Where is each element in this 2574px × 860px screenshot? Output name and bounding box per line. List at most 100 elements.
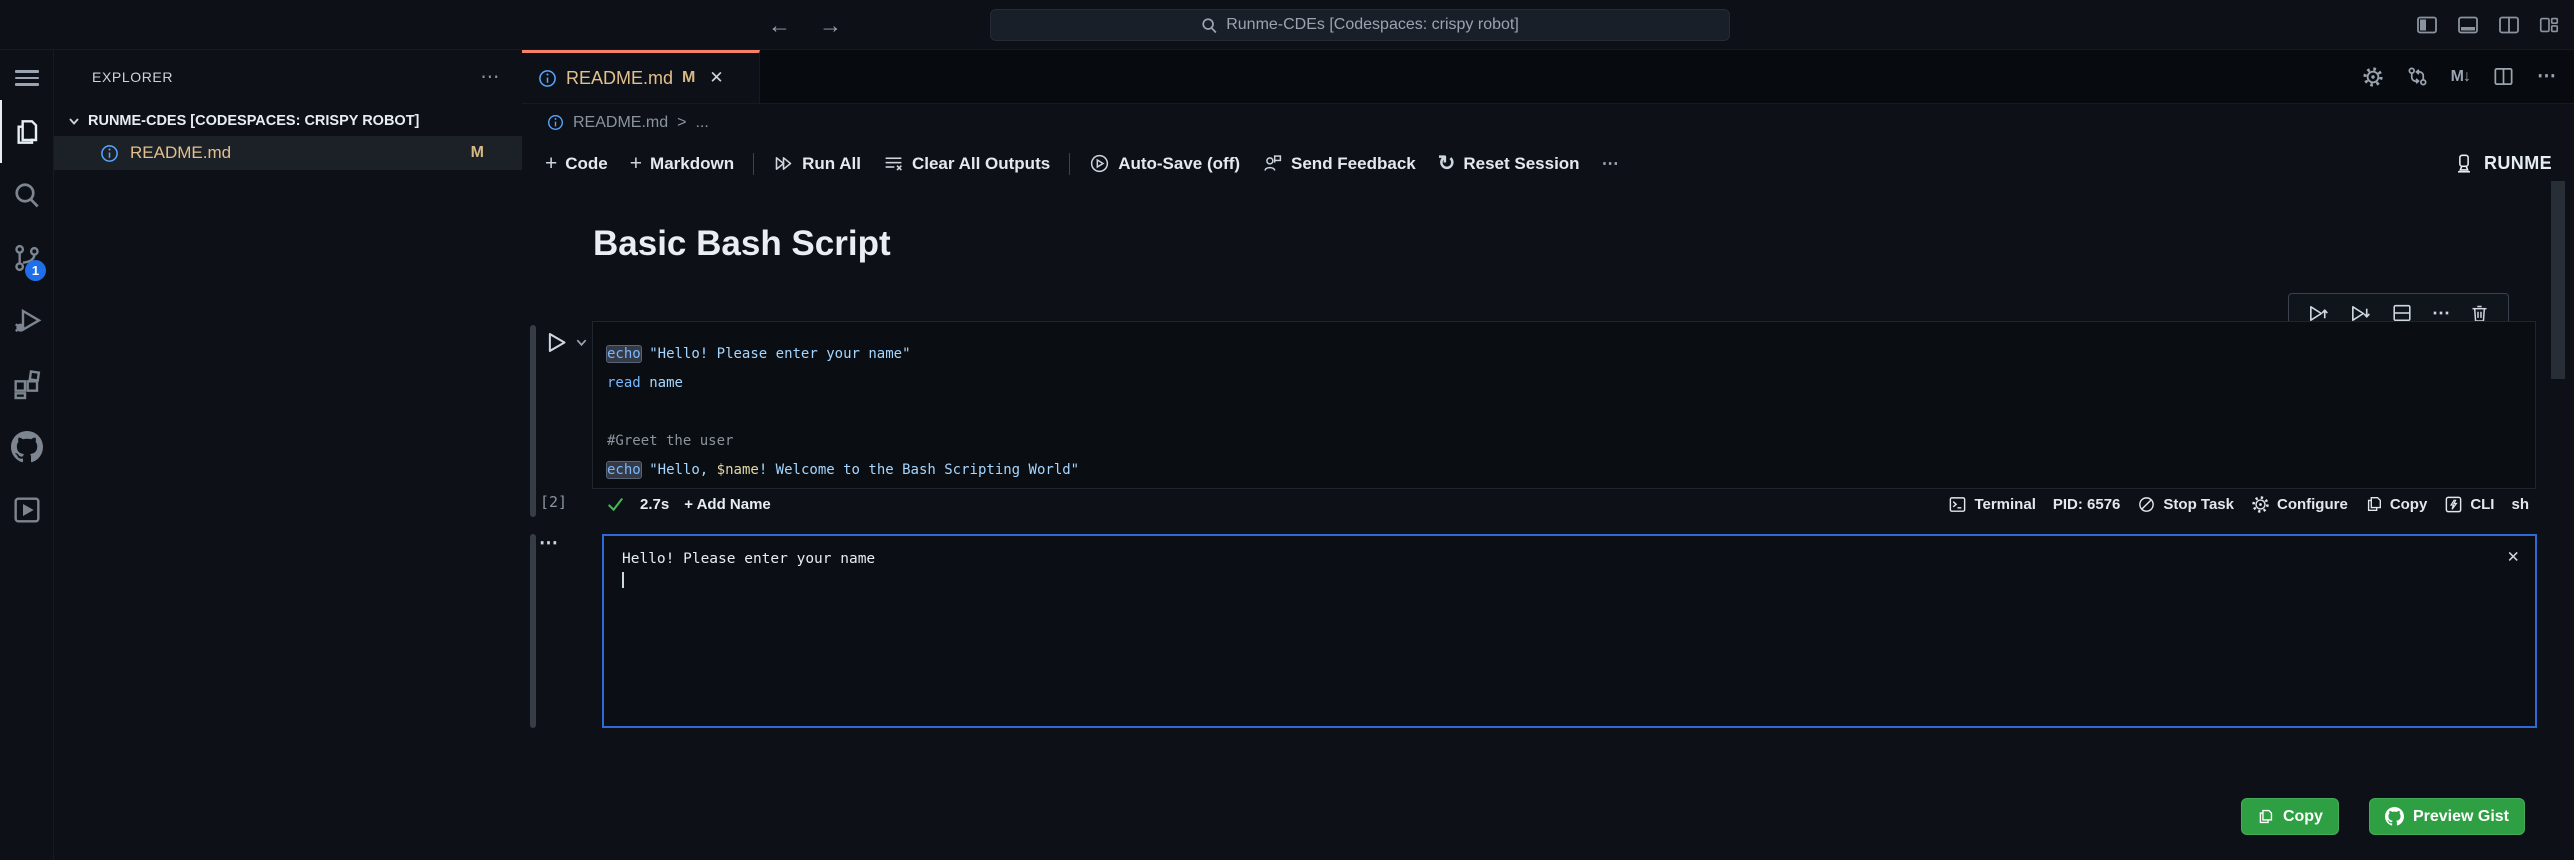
run-all-button[interactable]: Run All — [762, 153, 872, 174]
toolbar-divider — [1069, 152, 1071, 175]
vscode-window: ← → Runme-CDEs [Codespaces: crispy robot… — [0, 0, 2574, 860]
nav-back-icon[interactable]: ← — [768, 12, 791, 39]
sidebar-item-search[interactable] — [0, 163, 53, 226]
breadcrumb-file[interactable]: README.md — [573, 114, 668, 132]
configure-button[interactable]: Configure — [2251, 495, 2348, 514]
code-cell: ⋯ echo "Hello! Please enter your name" re… — [530, 293, 2537, 519]
compare-changes-icon[interactable] — [2406, 65, 2429, 88]
sidebar-item-explorer[interactable] — [0, 100, 53, 163]
info-icon — [548, 115, 563, 130]
tab-readme[interactable]: README.md M ✕ — [522, 50, 760, 103]
info-icon — [101, 144, 118, 162]
clear-all-outputs-label: Clear All Outputs — [911, 153, 1051, 173]
terminal-icon — [1950, 496, 1966, 512]
execution-duration: 2.7s — [640, 495, 670, 513]
settings-gear-icon[interactable] — [2362, 66, 2384, 88]
explorer-more-actions-icon[interactable]: ⋯ — [480, 66, 500, 89]
run-all-label: Run All — [802, 153, 861, 173]
tab-close-icon[interactable]: ✕ — [709, 68, 723, 88]
cli-icon — [2445, 496, 2462, 512]
feedback-person-icon — [1264, 155, 1282, 171]
github-icon — [2384, 807, 2404, 826]
add-code-label: Code — [565, 153, 608, 173]
terminal-cursor-line — [622, 570, 2517, 591]
sidebar-item-runme[interactable] — [0, 478, 53, 541]
nav-forward-icon[interactable]: → — [819, 12, 842, 39]
customize-layout-icon[interactable] — [2538, 14, 2560, 36]
notebook-toolbar: + Code + Markdown Run All Clear All Outp… — [522, 141, 2574, 186]
toggle-panel-icon[interactable] — [2456, 13, 2480, 37]
language-label: sh — [2511, 495, 2529, 513]
code-line: echo "Hello! Please enter your name" — [606, 340, 2535, 369]
toolbar-divider — [753, 152, 755, 175]
command-center-search[interactable]: Runme-CDEs [Codespaces: crispy robot] — [990, 9, 1730, 41]
plus-icon: + — [629, 152, 643, 175]
language-picker[interactable]: sh — [2511, 496, 2529, 513]
sidebar-item-source-control[interactable]: 1 — [0, 226, 53, 289]
code-token: echo — [606, 461, 642, 479]
add-code-cell-button[interactable]: + Code — [534, 153, 619, 174]
code-editor[interactable]: echo "Hello! Please enter your name" read… — [592, 321, 2536, 489]
runme-panel-icon — [13, 496, 40, 523]
github-icon — [10, 430, 43, 462]
kebab-icon: ⋯ — [1601, 153, 1619, 173]
auto-save-toggle[interactable]: Auto-Save (off) — [1078, 153, 1251, 174]
toggle-secondary-sidebar-icon[interactable] — [2497, 13, 2521, 37]
terminal-cursor — [622, 572, 624, 588]
menu-icon[interactable] — [0, 56, 53, 100]
title-bar: ← → Runme-CDEs [Codespaces: crispy robot… — [0, 0, 2574, 50]
cli-button[interactable]: CLI — [2444, 495, 2494, 514]
gear-icon — [2252, 495, 2269, 513]
sidebar-item-github[interactable] — [0, 415, 53, 478]
toolbar-more-actions[interactable]: ⋯ — [1591, 154, 1630, 174]
editor-more-actions-icon[interactable]: ⋯ — [2537, 65, 2556, 88]
reset-session-button[interactable]: ↻ Reset Session — [1427, 153, 1591, 174]
editor-scrollbar[interactable] — [2551, 181, 2565, 379]
split-editor-icon[interactable] — [2492, 65, 2515, 88]
preview-gist-button[interactable]: Preview Gist — [2368, 798, 2525, 835]
copy-cell-button[interactable]: Copy — [2365, 495, 2427, 513]
markdown-preview-icon[interactable]: M↓ — [2451, 68, 2471, 86]
clear-all-outputs-button[interactable]: Clear All Outputs — [872, 153, 1061, 174]
extensions-icon — [13, 369, 40, 399]
terminal-button[interactable]: Terminal — [1948, 495, 2036, 514]
workspace-section-header[interactable]: RUNME-CDES [CODESPACES: CRISPY ROBOT] — [54, 106, 522, 136]
code-token: read — [607, 375, 641, 391]
add-markdown-cell-button[interactable]: + Markdown — [619, 153, 745, 174]
breadcrumb-separator: > — [677, 113, 687, 131]
terminal-output[interactable]: Hello! Please enter your name ✕ — [602, 534, 2537, 728]
sidebar-item-run-debug[interactable] — [0, 289, 53, 352]
add-name-button[interactable]: + Add Name — [684, 496, 771, 513]
code-token: "Hello, — [649, 462, 717, 478]
tab-bar: README.md M ✕ M↓ ⋯ — [522, 50, 2574, 104]
output-close-icon[interactable]: ✕ — [2508, 546, 2519, 567]
tab-label: README.md — [566, 67, 674, 88]
send-feedback-button[interactable]: Send Feedback — [1251, 153, 1427, 174]
code-line: #Greet the user — [607, 427, 2535, 456]
copy-output-button[interactable]: Copy — [2240, 798, 2339, 835]
reset-icon: ↻ — [1437, 152, 1456, 175]
markdown-heading: Basic Bash Script — [593, 224, 891, 263]
toggle-sidebar-icon[interactable] — [2415, 13, 2439, 37]
sidebar-item-extensions[interactable] — [0, 352, 53, 415]
run-options-chevron-icon[interactable] — [575, 336, 588, 349]
activity-bar: 1 — [0, 50, 54, 860]
breadcrumb-more[interactable]: ... — [695, 114, 708, 132]
search-icon — [1202, 17, 1217, 33]
breadcrumb[interactable]: README.md > ... — [522, 104, 2574, 141]
cell-output: ⋯ Hello! Please enter your name ✕ — [530, 532, 2537, 728]
file-name: README.md — [130, 143, 232, 162]
file-row-readme[interactable]: README.md M — [54, 136, 522, 170]
output-more-actions-icon[interactable]: ⋯ — [539, 532, 558, 555]
cell-focus-bar[interactable] — [530, 325, 536, 517]
stop-task-button[interactable]: Stop Task — [2137, 495, 2234, 514]
output-focus-bar[interactable] — [530, 534, 536, 728]
explorer-title: EXPLORER — [92, 69, 174, 85]
runme-logo-icon — [2458, 154, 2470, 173]
cell-status-bar: 2.7s + Add Name Terminal PID: 6576 Stop … — [592, 489, 2537, 519]
run-cell-icon[interactable] — [542, 329, 569, 356]
tab-modified-badge: M — [682, 69, 696, 86]
stop-icon — [2139, 496, 2155, 512]
copy-icon — [2367, 497, 2381, 511]
code-token: echo — [606, 345, 642, 363]
